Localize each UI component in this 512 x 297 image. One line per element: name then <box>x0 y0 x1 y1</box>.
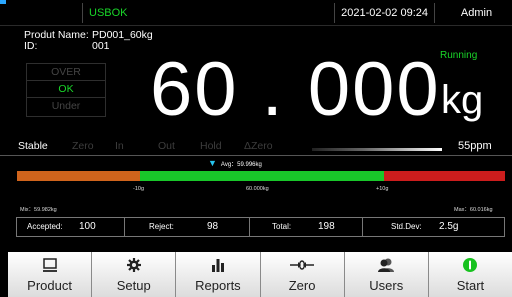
user-button[interactable]: Admin <box>434 3 512 23</box>
weight-unit: kg <box>441 78 484 122</box>
stat-total: Total: 198 <box>250 218 363 236</box>
speed-bar <box>312 148 442 151</box>
product-id-label: ID: <box>24 40 38 52</box>
product-info: Produt Name: PD001_60kg ID: 001 <box>24 30 153 52</box>
start-button-label: Start <box>456 278 485 293</box>
users-icon <box>345 256 428 274</box>
avg-marker-triangle-icon: ▼ <box>208 158 217 168</box>
accepted-value: 100 <box>79 221 96 232</box>
flag-out: Out <box>158 140 175 152</box>
usb-status: USBOK <box>82 3 334 23</box>
accepted-label: Accepted: <box>27 222 63 231</box>
product-icon <box>8 256 91 274</box>
gauge-upper-tolerance: +10g <box>376 186 389 192</box>
product-button[interactable]: Product <box>8 252 93 297</box>
top-status-bar: USBOK 2021-02-02 09:24 Admin <box>0 0 512 26</box>
datetime: 2021-02-02 09:24 <box>334 3 434 23</box>
product-button-label: Product <box>27 278 72 293</box>
gauge-lower-tolerance: -10g <box>133 186 145 192</box>
reject-label: Reject: <box>149 222 174 231</box>
bottom-toolbar: Product Setup Reports Zero Users Start <box>8 252 512 297</box>
start-button[interactable]: Start <box>428 252 512 297</box>
zero-arrows-icon <box>261 256 344 274</box>
users-button-label: Users <box>369 278 404 293</box>
gauge-ok-zone <box>140 171 384 181</box>
zero-button-label: Zero <box>288 278 316 293</box>
stddev-value: 2.5g <box>439 221 459 232</box>
flag-delta-zero: ΔZero <box>244 140 273 152</box>
tolerance-status-box: OVER OK Under <box>26 63 106 117</box>
stddev-label: Std.Dev: <box>391 222 422 231</box>
stat-reject: Reject: 98 <box>125 218 250 236</box>
stat-accepted: Accepted: 100 <box>17 218 125 236</box>
gauge-max-label: Max：60.016kg <box>454 207 493 213</box>
average-label: Avg：59.996kg <box>220 162 262 168</box>
flag-zero: Zero <box>72 140 94 152</box>
flags-row: Stable Zero In Out Hold ΔZero <box>0 140 512 154</box>
status-over: OVER <box>27 64 105 81</box>
stats-bar: Accepted: 100 Reject: 98 Total: 198 Std.… <box>16 217 505 237</box>
stat-stddev: Std.Dev: 2.5g <box>363 218 504 236</box>
users-button[interactable]: Users <box>344 252 429 297</box>
flag-in: In <box>115 140 124 152</box>
status-under: Under <box>51 100 81 112</box>
corner-marker <box>0 0 6 4</box>
power-icon <box>429 256 512 274</box>
average-marker: ▼ Avg：59.996kg <box>208 158 262 168</box>
gauge-under-zone <box>17 171 140 181</box>
setup-button[interactable]: Setup <box>92 252 177 297</box>
total-value: 198 <box>318 221 335 232</box>
bar-chart-icon <box>176 256 259 274</box>
reject-value: 98 <box>207 221 219 232</box>
status-ok: OK <box>27 81 105 98</box>
divider <box>0 155 512 156</box>
run-state: Running <box>440 50 478 61</box>
weight-display: 60 . 000 <box>150 47 441 132</box>
gauge-min-label: Mix：59.982kg <box>20 207 57 213</box>
zero-button[interactable]: Zero <box>260 252 345 297</box>
flag-stable: Stable <box>18 140 48 152</box>
setup-button-label: Setup <box>116 278 151 293</box>
reports-button-label: Reports <box>195 278 241 293</box>
product-id-value: 001 <box>92 40 110 52</box>
reports-button[interactable]: Reports <box>176 252 261 297</box>
tolerance-gauge-bar <box>17 171 505 181</box>
speed-value: 55ppm <box>458 140 492 152</box>
gauge-target: 60.000kg <box>246 186 269 192</box>
gauge-over-zone <box>384 171 505 181</box>
gear-icon <box>92 256 175 274</box>
total-label: Total: <box>272 222 292 231</box>
flag-hold: Hold <box>200 140 222 152</box>
